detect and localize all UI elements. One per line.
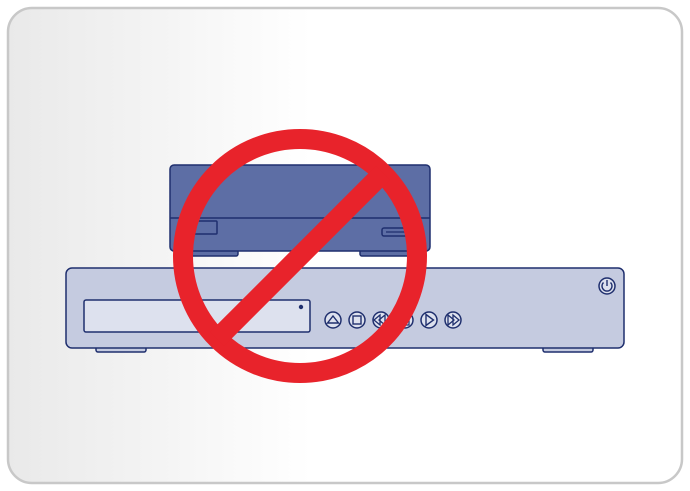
fast-forward-icon (444, 311, 462, 329)
stop-icon (348, 311, 366, 329)
dvd-player-icon (65, 267, 625, 353)
power-icon (598, 277, 616, 295)
eject-icon (324, 311, 342, 329)
tray-indicator-dot (298, 304, 304, 310)
play-icon (420, 311, 438, 329)
illustration (6, 6, 684, 485)
